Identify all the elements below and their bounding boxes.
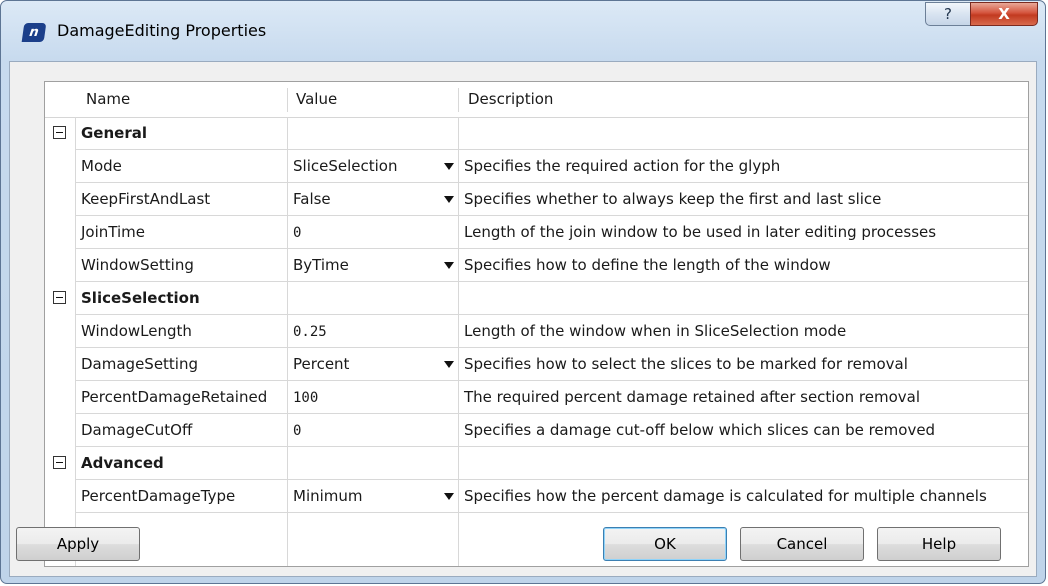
category-row[interactable]: Advanced <box>45 447 1028 480</box>
property-row[interactable]: Mode SliceSelection Specifies the required… <box>45 150 1028 183</box>
cancel-button[interactable]: Cancel <box>740 527 864 561</box>
nv-logo-icon: n <box>21 23 47 42</box>
column-header-value[interactable]: Value <box>291 82 458 117</box>
dialog-client-area: Name Value Description General Mode SliceS… <box>9 61 1037 577</box>
window-title: DamageEditing Properties <box>57 21 267 40</box>
property-name: Mode <box>81 157 122 175</box>
property-value-text: 0.25 <box>293 324 327 340</box>
property-value[interactable]: 0.25 <box>287 315 458 348</box>
property-value-text: 0 <box>293 225 302 241</box>
property-row[interactable]: WindowLength 0.25 Length of the window whe… <box>45 315 1028 348</box>
property-name: PercentDamageType <box>81 487 236 505</box>
property-description: Specifies whether to always keep the fir… <box>464 190 882 208</box>
property-name: JoinTime <box>81 223 145 241</box>
property-description: Length of the window when in SliceSelect… <box>464 322 847 340</box>
property-description: Specifies how the percent damage is calc… <box>464 487 987 505</box>
property-name: KeepFirstAndLast <box>81 190 211 208</box>
category-row[interactable]: General <box>45 117 1028 150</box>
property-row[interactable]: DamageSetting Percent Specifies how to sel… <box>45 348 1028 381</box>
column-header-name[interactable]: Name <box>81 82 287 117</box>
property-name: WindowLength <box>81 322 192 340</box>
dropdown-arrow-icon[interactable] <box>444 361 454 368</box>
property-value[interactable]: False <box>287 183 458 216</box>
dropdown-arrow-icon[interactable] <box>444 196 454 203</box>
property-name: DamageCutOff <box>81 421 193 439</box>
property-value[interactable]: Percent <box>287 348 458 381</box>
property-value-text: SliceSelection <box>293 157 398 175</box>
title-bar[interactable]: n DamageEditing Properties ? X <box>1 1 1045 61</box>
property-description: Specifies how to define the length of th… <box>464 256 831 274</box>
column-header-description[interactable]: Description <box>463 82 1023 117</box>
property-description: Length of the join window to be used in … <box>464 223 937 241</box>
property-description: Specifies how to select the slices to be… <box>464 355 908 373</box>
property-value[interactable]: 0 <box>287 414 458 447</box>
column-divider[interactable] <box>458 88 459 112</box>
category-row[interactable]: SliceSelection <box>45 282 1028 315</box>
help-button[interactable]: Help <box>877 527 1001 561</box>
property-value[interactable]: 0 <box>287 216 458 249</box>
ok-button[interactable]: OK <box>603 527 727 561</box>
collapse-icon[interactable] <box>53 126 66 139</box>
property-value[interactable]: SliceSelection <box>287 150 458 183</box>
category-label: SliceSelection <box>81 289 200 307</box>
property-value-text: Minimum <box>293 487 363 505</box>
property-value[interactable]: Minimum <box>287 480 458 513</box>
property-row[interactable]: PercentDamageRetained 100 The required per… <box>45 381 1028 414</box>
property-value-text: Percent <box>293 355 350 373</box>
property-description: Specifies a damage cut-off below which s… <box>464 421 936 439</box>
property-value[interactable]: ByTime <box>287 249 458 282</box>
row-divider <box>75 512 1028 513</box>
property-row[interactable]: JoinTime 0 Length of the join window to be… <box>45 216 1028 249</box>
property-value[interactable]: 100 <box>287 381 458 414</box>
collapse-icon[interactable] <box>53 456 66 469</box>
apply-button[interactable]: Apply <box>16 527 140 561</box>
category-label: Advanced <box>81 454 164 472</box>
property-value-text: ByTime <box>293 256 349 274</box>
property-name: DamageSetting <box>81 355 199 373</box>
category-label: General <box>81 124 147 142</box>
properties-dialog: n DamageEditing Properties ? X Name Valu… <box>0 0 1046 584</box>
property-row[interactable]: PercentDamageType Minimum Specifies how th… <box>45 480 1028 513</box>
property-name: PercentDamageRetained <box>81 388 268 406</box>
property-row[interactable]: DamageCutOff 0 Specifies a damage cut-off … <box>45 414 1028 447</box>
property-value-text: 0 <box>293 423 302 439</box>
property-value-text: False <box>293 190 331 208</box>
property-description: The required percent damage retained aft… <box>464 388 921 406</box>
help-question-icon[interactable]: ? <box>925 2 971 26</box>
column-divider[interactable] <box>287 88 288 112</box>
dropdown-arrow-icon[interactable] <box>444 493 454 500</box>
property-row[interactable]: WindowSetting ByTime Specifies how to defi… <box>45 249 1028 282</box>
close-icon[interactable]: X <box>970 2 1038 26</box>
grid-header: Name Value Description <box>45 82 1028 118</box>
property-description: Specifies the required action for the gl… <box>464 157 781 175</box>
property-row[interactable]: KeepFirstAndLast False Specifies whether t… <box>45 183 1028 216</box>
property-name: WindowSetting <box>81 256 194 274</box>
property-grid: Name Value Description General Mode SliceS… <box>44 81 1029 567</box>
dropdown-arrow-icon[interactable] <box>444 262 454 269</box>
property-value-text: 100 <box>293 390 319 406</box>
collapse-icon[interactable] <box>53 291 66 304</box>
dropdown-arrow-icon[interactable] <box>444 163 454 170</box>
